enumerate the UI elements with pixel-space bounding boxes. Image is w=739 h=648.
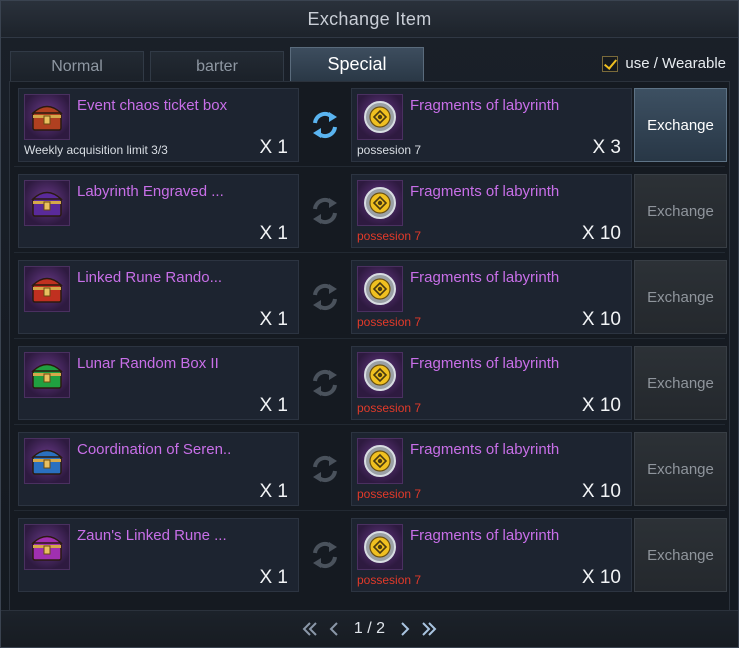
reward-item-name: Coordination of Seren.. <box>77 441 232 458</box>
page-indicator: 1 / 2 <box>354 620 385 638</box>
exchange-arrows-icon <box>303 88 347 162</box>
cost-item-name: Fragments of labyrinth <box>410 355 560 372</box>
cost-item-slot[interactable]: Fragments of labyrinth possesion 7 X 10 <box>351 432 632 506</box>
backpack-icon <box>24 180 70 226</box>
exchange-button[interactable]: Exchange <box>634 174 727 248</box>
cost-quantity: X 10 <box>581 481 621 502</box>
pagination: 1 / 2 <box>1 610 738 647</box>
possession-count: possesion 7 <box>357 229 422 243</box>
cost-quantity: X 10 <box>581 223 621 244</box>
serenity-box-icon <box>24 438 70 484</box>
cost-item-name: Fragments of labyrinth <box>410 269 560 286</box>
reward-item-name: Zaun's Linked Rune ... <box>77 527 227 544</box>
labyrinth-fragment-icon <box>357 94 403 140</box>
reward-item-name: Event chaos ticket box <box>77 97 228 114</box>
prev-page-icon[interactable] <box>324 619 344 639</box>
cost-quantity: X 10 <box>581 567 621 588</box>
exchange-arrows-icon <box>303 346 347 420</box>
possession-count: possesion 7 <box>357 143 422 157</box>
exchange-arrows-icon <box>303 518 347 592</box>
reward-quantity: X 1 <box>259 481 288 502</box>
exchange-button[interactable]: Exchange <box>634 518 727 592</box>
exchange-button[interactable]: Exchange <box>634 346 727 420</box>
exchange-button[interactable]: Exchange <box>634 260 727 334</box>
reward-quantity: X 1 <box>259 137 288 158</box>
reward-item-slot[interactable]: Linked Rune Rando... X 1 <box>18 260 299 334</box>
labyrinth-fragment-icon <box>357 180 403 226</box>
reward-quantity: X 1 <box>259 309 288 330</box>
labyrinth-fragment-icon <box>357 438 403 484</box>
cost-item-slot[interactable]: Fragments of labyrinth possesion 7 X 10 <box>351 518 632 592</box>
exchange-row: Event chaos ticket box Weekly acquisition… <box>10 82 729 166</box>
exchange-arrows-icon <box>303 432 347 506</box>
labyrinth-fragment-icon <box>357 524 403 570</box>
last-page-icon[interactable] <box>419 619 439 639</box>
exchange-row: Labyrinth Engraved ... X 1 Fragments of la… <box>10 166 729 252</box>
exchange-item-window: Exchange Item Normal barter Special use … <box>0 0 739 648</box>
page-separator: / <box>367 620 372 637</box>
exchange-row: Coordination of Seren.. X 1 Fragments of l… <box>10 424 729 510</box>
possession-count: possesion 7 <box>357 401 422 415</box>
exchange-row: Lunar Random Box II X 1 Fragments of labyr… <box>10 338 729 424</box>
tab-normal[interactable]: Normal <box>10 51 144 81</box>
reward-item-slot[interactable]: Labyrinth Engraved ... X 1 <box>18 174 299 248</box>
exchange-arrows-icon <box>303 174 347 248</box>
cost-quantity: X 3 <box>592 137 621 158</box>
tab-special[interactable]: Special <box>290 47 424 81</box>
cost-item-slot[interactable]: Fragments of labyrinth possesion 7 X 10 <box>351 260 632 334</box>
use-wearable-filter[interactable]: use / Wearable <box>602 55 726 72</box>
reward-item-name: Lunar Random Box II <box>77 355 219 372</box>
possession-count: possesion 7 <box>357 573 422 587</box>
lunar-box-icon <box>24 352 70 398</box>
exchange-row: Linked Rune Rando... X 1 Fragments of laby… <box>10 252 729 338</box>
tab-barter[interactable]: barter <box>150 51 284 81</box>
reward-quantity: X 1 <box>259 395 288 416</box>
cost-item-name: Fragments of labyrinth <box>410 97 560 114</box>
exchange-arrows-icon <box>303 260 347 334</box>
possession-count: possesion 7 <box>357 487 422 501</box>
cost-item-name: Fragments of labyrinth <box>410 183 560 200</box>
possession-count: possesion 7 <box>357 315 422 329</box>
reward-item-slot[interactable]: Lunar Random Box II X 1 <box>18 346 299 420</box>
window-title: Exchange Item <box>1 1 738 38</box>
reward-quantity: X 1 <box>259 223 288 244</box>
rune-box-icon <box>24 266 70 312</box>
cost-item-slot[interactable]: Fragments of labyrinth possesion 7 X 3 <box>351 88 632 162</box>
labyrinth-fragment-icon <box>357 352 403 398</box>
cost-item-name: Fragments of labyrinth <box>410 441 560 458</box>
current-page: 1 <box>353 620 363 637</box>
cost-quantity: X 10 <box>581 395 621 416</box>
labyrinth-fragment-icon <box>357 266 403 312</box>
next-page-icon[interactable] <box>395 619 415 639</box>
exchange-button[interactable]: Exchange <box>634 88 727 162</box>
use-wearable-checkbox[interactable] <box>602 55 619 72</box>
exchange-row: Zaun's Linked Rune ... X 1 Fragments of la… <box>10 510 729 596</box>
first-page-icon[interactable] <box>300 619 320 639</box>
reward-quantity: X 1 <box>259 567 288 588</box>
acquisition-limit: Weekly acquisition limit 3/3 <box>24 143 168 157</box>
cost-item-slot[interactable]: Fragments of labyrinth possesion 7 X 10 <box>351 174 632 248</box>
exchange-button[interactable]: Exchange <box>634 432 727 506</box>
cost-item-slot[interactable]: Fragments of labyrinth possesion 7 X 10 <box>351 346 632 420</box>
use-wearable-label: use / Wearable <box>625 55 726 72</box>
reward-item-slot[interactable]: Zaun's Linked Rune ... X 1 <box>18 518 299 592</box>
zaun-rune-box-icon <box>24 524 70 570</box>
reward-item-slot[interactable]: Coordination of Seren.. X 1 <box>18 432 299 506</box>
cost-quantity: X 10 <box>581 309 621 330</box>
reward-item-name: Labyrinth Engraved ... <box>77 183 224 200</box>
cost-item-name: Fragments of labyrinth <box>410 527 560 544</box>
reward-item-name: Linked Rune Rando... <box>77 269 223 286</box>
exchange-list: Event chaos ticket box Weekly acquisition… <box>9 81 730 613</box>
reward-item-slot[interactable]: Event chaos ticket box Weekly acquisition… <box>18 88 299 162</box>
total-pages: 2 <box>376 620 386 637</box>
treasure-chest-icon <box>24 94 70 140</box>
